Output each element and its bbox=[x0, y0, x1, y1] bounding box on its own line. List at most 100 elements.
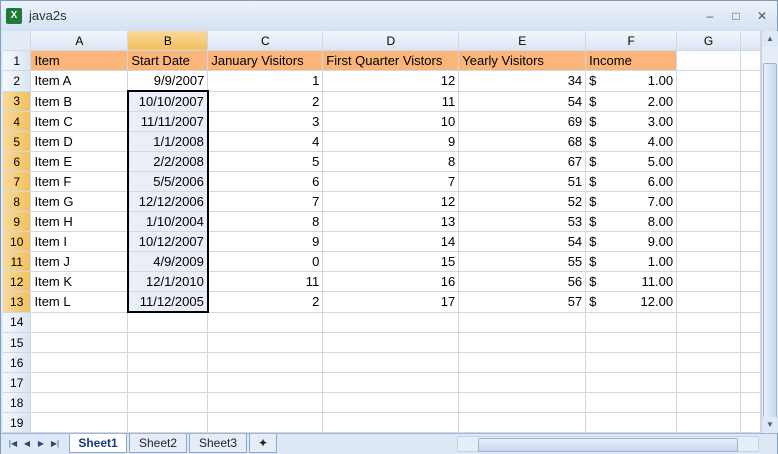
january-visitors-cell[interactable]: 9 bbox=[207, 231, 324, 252]
cell[interactable] bbox=[207, 412, 324, 433]
cell[interactable] bbox=[127, 372, 209, 393]
cell[interactable] bbox=[322, 312, 460, 333]
income-cell[interactable]: $1.00 bbox=[585, 70, 678, 92]
january-visitors-cell[interactable]: 2 bbox=[207, 91, 324, 112]
item-cell[interactable]: Item L bbox=[30, 291, 129, 313]
row-header[interactable]: 16 bbox=[3, 352, 32, 373]
cell[interactable] bbox=[322, 332, 460, 353]
cell[interactable] bbox=[30, 312, 129, 333]
cell[interactable] bbox=[740, 50, 761, 71]
start-date-cell[interactable]: 12/1/2010 bbox=[126, 271, 209, 292]
column-header-c[interactable]: C bbox=[207, 31, 324, 51]
start-date-cell[interactable]: 5/5/2006 bbox=[126, 171, 209, 192]
row-header[interactable]: 18 bbox=[3, 392, 32, 413]
january-visitors-cell[interactable]: 11 bbox=[207, 271, 324, 292]
cell[interactable] bbox=[585, 372, 678, 393]
cell[interactable] bbox=[676, 412, 741, 433]
cell[interactable] bbox=[127, 332, 209, 353]
header-cell[interactable]: Start Date bbox=[127, 50, 209, 71]
row-header[interactable]: 1 bbox=[3, 50, 32, 71]
cell[interactable] bbox=[740, 70, 761, 92]
horizontal-scrollbar[interactable] bbox=[457, 436, 759, 452]
item-cell[interactable]: Item J bbox=[30, 251, 129, 272]
column-header-d[interactable]: D bbox=[322, 31, 460, 51]
cell[interactable] bbox=[676, 271, 741, 292]
first-sheet-icon[interactable]: |◀ bbox=[7, 437, 19, 451]
cell[interactable] bbox=[676, 151, 741, 172]
start-date-cell[interactable]: 10/10/2007 bbox=[126, 90, 209, 112]
first-quarter-cell[interactable]: 15 bbox=[322, 251, 460, 272]
item-cell[interactable]: Item F bbox=[30, 171, 129, 192]
row-header[interactable]: 10 bbox=[3, 231, 32, 252]
cell[interactable] bbox=[30, 332, 129, 353]
cell[interactable] bbox=[740, 131, 761, 152]
tab-sheet2[interactable]: Sheet2 bbox=[129, 434, 187, 453]
cell[interactable] bbox=[676, 171, 741, 192]
cell[interactable] bbox=[676, 131, 741, 152]
cell[interactable] bbox=[322, 352, 460, 373]
row-header[interactable]: 11 bbox=[3, 251, 32, 272]
row-header[interactable]: 4 bbox=[3, 111, 32, 132]
cell[interactable] bbox=[322, 372, 460, 393]
cell[interactable] bbox=[740, 191, 761, 212]
row-header[interactable]: 14 bbox=[3, 312, 32, 333]
january-visitors-cell[interactable]: 1 bbox=[207, 70, 324, 92]
january-visitors-cell[interactable]: 4 bbox=[207, 131, 324, 152]
first-quarter-cell[interactable]: 12 bbox=[322, 70, 460, 92]
income-cell[interactable]: $2.00 bbox=[585, 91, 678, 112]
first-quarter-cell[interactable]: 11 bbox=[322, 91, 460, 112]
cell[interactable] bbox=[740, 412, 761, 433]
row-header[interactable]: 17 bbox=[3, 372, 32, 393]
start-date-cell[interactable]: 10/12/2007 bbox=[126, 231, 209, 252]
column-header-a[interactable]: A bbox=[30, 31, 129, 51]
cell[interactable] bbox=[207, 332, 324, 353]
income-cell[interactable]: $12.00 bbox=[585, 291, 678, 313]
row-header[interactable]: 19 bbox=[3, 412, 32, 433]
column-header-f[interactable]: F bbox=[585, 31, 678, 51]
start-date-cell[interactable]: 2/2/2008 bbox=[126, 151, 209, 172]
cell[interactable] bbox=[740, 372, 761, 393]
tab-sheet1[interactable]: Sheet1 bbox=[69, 434, 127, 453]
cell[interactable] bbox=[676, 312, 741, 333]
horizontal-scroll-thumb[interactable] bbox=[478, 438, 738, 452]
cell[interactable] bbox=[676, 91, 741, 112]
item-cell[interactable]: Item I bbox=[30, 231, 129, 252]
cell[interactable] bbox=[676, 191, 741, 212]
january-visitors-cell[interactable]: 6 bbox=[207, 171, 324, 192]
item-cell[interactable]: Item E bbox=[30, 151, 129, 172]
cell[interactable] bbox=[676, 211, 741, 232]
row-header[interactable]: 13 bbox=[3, 291, 32, 313]
row-header[interactable]: 15 bbox=[3, 332, 32, 353]
cell[interactable] bbox=[30, 392, 129, 413]
first-quarter-cell[interactable]: 17 bbox=[322, 291, 460, 313]
income-cell[interactable]: $11.00 bbox=[585, 271, 678, 292]
row-header[interactable]: 8 bbox=[3, 191, 32, 212]
header-cell[interactable]: Yearly Visitors bbox=[458, 50, 587, 71]
cell[interactable] bbox=[585, 352, 678, 373]
cell[interactable] bbox=[676, 231, 741, 252]
row-header[interactable]: 7 bbox=[3, 171, 32, 192]
item-cell[interactable]: Item C bbox=[30, 111, 129, 132]
start-date-cell[interactable]: 11/12/2005 bbox=[126, 291, 209, 313]
column-header-g[interactable]: G bbox=[676, 31, 741, 51]
item-cell[interactable]: Item G bbox=[30, 191, 129, 212]
start-date-cell[interactable]: 1/1/2008 bbox=[126, 131, 209, 152]
january-visitors-cell[interactable]: 2 bbox=[207, 291, 324, 313]
cell[interactable] bbox=[127, 412, 209, 433]
yearly-visitors-cell[interactable]: 53 bbox=[458, 211, 587, 232]
cell[interactable] bbox=[585, 332, 678, 353]
vertical-scrollbar[interactable]: ▲ ▼ bbox=[761, 31, 778, 433]
cell[interactable] bbox=[207, 372, 324, 393]
item-cell[interactable]: Item D bbox=[30, 131, 129, 152]
income-cell[interactable]: $3.00 bbox=[585, 111, 678, 132]
row-header[interactable]: 3 bbox=[3, 91, 32, 112]
item-cell[interactable]: Item A bbox=[30, 70, 129, 92]
cell[interactable] bbox=[740, 231, 761, 252]
insert-sheet-icon[interactable]: ✦ bbox=[249, 434, 277, 453]
column-header-h[interactable] bbox=[740, 31, 761, 51]
start-date-cell[interactable]: 12/12/2006 bbox=[126, 191, 209, 212]
prev-sheet-icon[interactable]: ◀ bbox=[21, 437, 33, 451]
income-cell[interactable]: $5.00 bbox=[585, 151, 678, 172]
first-quarter-cell[interactable]: 13 bbox=[322, 211, 460, 232]
next-sheet-icon[interactable]: ▶ bbox=[35, 437, 47, 451]
